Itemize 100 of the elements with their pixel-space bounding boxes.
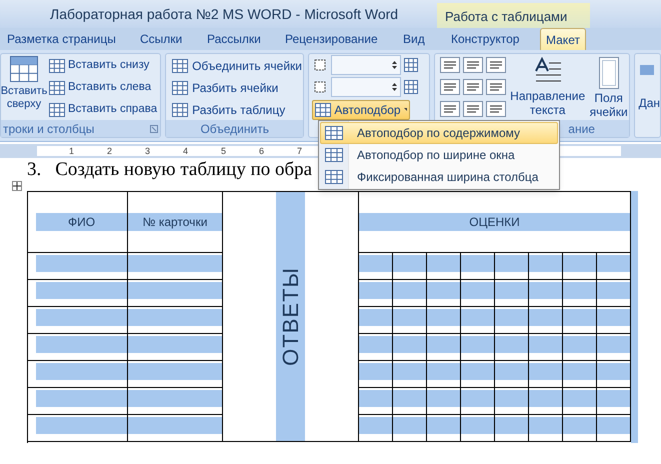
table-cell bbox=[393, 361, 427, 388]
table-cell bbox=[461, 307, 495, 334]
table-cell bbox=[597, 415, 631, 442]
insert-above-button[interactable]: Вставить сверху bbox=[1, 56, 47, 120]
table-icon bbox=[172, 80, 188, 94]
insert-button[interactable]: Вставить справа bbox=[49, 100, 158, 119]
page-icon bbox=[596, 57, 621, 89]
ribbon-tab[interactable]: Рассылки bbox=[202, 28, 266, 50]
move-handle-icon[interactable] bbox=[12, 181, 22, 191]
table-icon bbox=[49, 58, 65, 72]
document-text: Создать новую таблицу по обра bbox=[55, 159, 312, 181]
cell-margins-button[interactable]: Поля ячейки bbox=[590, 57, 628, 120]
ribbon-tab[interactable]: Рецензирование bbox=[280, 28, 383, 50]
table-cell bbox=[427, 334, 461, 361]
table-cell bbox=[495, 307, 529, 334]
table-cell bbox=[597, 388, 631, 415]
table-icon bbox=[325, 148, 343, 162]
align-icon[interactable] bbox=[440, 79, 460, 95]
table-cell bbox=[427, 415, 461, 442]
data-icon bbox=[638, 62, 655, 78]
table-cell bbox=[495, 280, 529, 307]
table-icon bbox=[10, 56, 38, 82]
table-icon bbox=[315, 103, 332, 117]
align-icon[interactable] bbox=[486, 79, 506, 95]
ribbon-tab[interactable]: Конструктор bbox=[446, 28, 524, 50]
spinner-arrows-icon[interactable] bbox=[391, 81, 398, 93]
insert-button[interactable]: Вставить снизу bbox=[49, 56, 158, 75]
table-icon bbox=[325, 126, 343, 140]
merge-button[interactable]: Разбить ячейки bbox=[172, 78, 304, 97]
table-cell bbox=[597, 280, 631, 307]
ruler-number: 5 bbox=[221, 146, 226, 156]
align-icon[interactable] bbox=[440, 101, 460, 117]
ruler-number: 6 bbox=[259, 146, 264, 156]
align-icon[interactable] bbox=[440, 57, 460, 73]
group-label: троки и столбцы bbox=[3, 120, 94, 138]
ribbon-tab[interactable]: Ссылки bbox=[135, 28, 188, 50]
table-cell bbox=[495, 361, 529, 388]
table-cell bbox=[393, 307, 427, 334]
table-cell bbox=[597, 307, 631, 334]
menu-item[interactable]: Автоподбор по содержимому bbox=[320, 122, 558, 144]
table-cell bbox=[597, 361, 631, 388]
table-cell bbox=[427, 361, 461, 388]
insert-button[interactable]: Вставить слева bbox=[49, 78, 158, 97]
table-cell bbox=[563, 334, 597, 361]
ruler-number: 7 bbox=[297, 146, 302, 156]
table-cell bbox=[427, 388, 461, 415]
align-icon[interactable] bbox=[462, 101, 483, 117]
table-cell bbox=[495, 334, 529, 361]
menu-item[interactable]: Фиксированная ширина столбца bbox=[320, 166, 558, 188]
table-cell bbox=[529, 361, 563, 388]
spinner-arrows-icon[interactable] bbox=[391, 59, 398, 71]
answers-header: ОТВЕТЫ bbox=[276, 192, 305, 441]
align-icon[interactable] bbox=[486, 101, 506, 117]
list-number: 3. bbox=[27, 159, 42, 181]
data-button[interactable]: Дан bbox=[638, 94, 660, 112]
align-icon[interactable] bbox=[462, 79, 483, 95]
caret-icon bbox=[404, 108, 408, 112]
table-cell bbox=[461, 280, 495, 307]
header-cell: ОЦЕНКИ bbox=[359, 213, 630, 231]
ribbon-tab[interactable]: Макет bbox=[540, 28, 586, 50]
align-icon[interactable] bbox=[462, 57, 483, 73]
autofit-dropdown[interactable]: Автоподбор bbox=[312, 100, 410, 120]
table-cell bbox=[393, 334, 427, 361]
menu-item[interactable]: Автоподбор по ширине окна bbox=[320, 144, 558, 166]
table-icon bbox=[49, 80, 65, 94]
ribbon-tab[interactable]: Разметка страницы bbox=[2, 28, 121, 50]
table-cell bbox=[427, 307, 461, 334]
table-cell bbox=[393, 388, 427, 415]
header-cell: ФИО bbox=[36, 213, 127, 231]
table-icon bbox=[172, 58, 188, 72]
table-cell bbox=[529, 280, 563, 307]
ruler-number: 4 bbox=[183, 146, 188, 156]
context-header: Работа с таблицами bbox=[437, 3, 590, 28]
table-cell bbox=[393, 415, 427, 442]
table-cell bbox=[461, 415, 495, 442]
table-cell bbox=[529, 334, 563, 361]
table-cell bbox=[529, 388, 563, 415]
group-label: Объединить bbox=[200, 120, 269, 138]
table-cell bbox=[495, 388, 529, 415]
group-label: ание bbox=[568, 120, 595, 138]
table-cell bbox=[563, 415, 597, 442]
table-cell bbox=[529, 415, 563, 442]
table-cell bbox=[427, 280, 461, 307]
table-cell bbox=[597, 334, 631, 361]
text-direction-button[interactable]: Направление текста bbox=[512, 57, 584, 120]
dialog-launcher-icon[interactable] bbox=[150, 124, 158, 132]
table-icon bbox=[325, 170, 343, 184]
table-cell bbox=[461, 334, 495, 361]
table-icon bbox=[172, 102, 188, 116]
table-cell bbox=[563, 388, 597, 415]
ribbon-tab[interactable]: Вид bbox=[398, 28, 430, 50]
ruler-number: 3 bbox=[145, 146, 150, 156]
table-cell bbox=[563, 307, 597, 334]
merge-button[interactable]: Объединить ячейки bbox=[172, 56, 304, 75]
align-icon[interactable] bbox=[486, 57, 506, 73]
merge-button[interactable]: Разбить таблицу bbox=[172, 100, 304, 119]
table-cell bbox=[563, 280, 597, 307]
window-title: Лабораторная работа №2 MS WORD - Microsoft Word bbox=[50, 4, 398, 24]
table-cell bbox=[461, 361, 495, 388]
table-cell bbox=[393, 280, 427, 307]
